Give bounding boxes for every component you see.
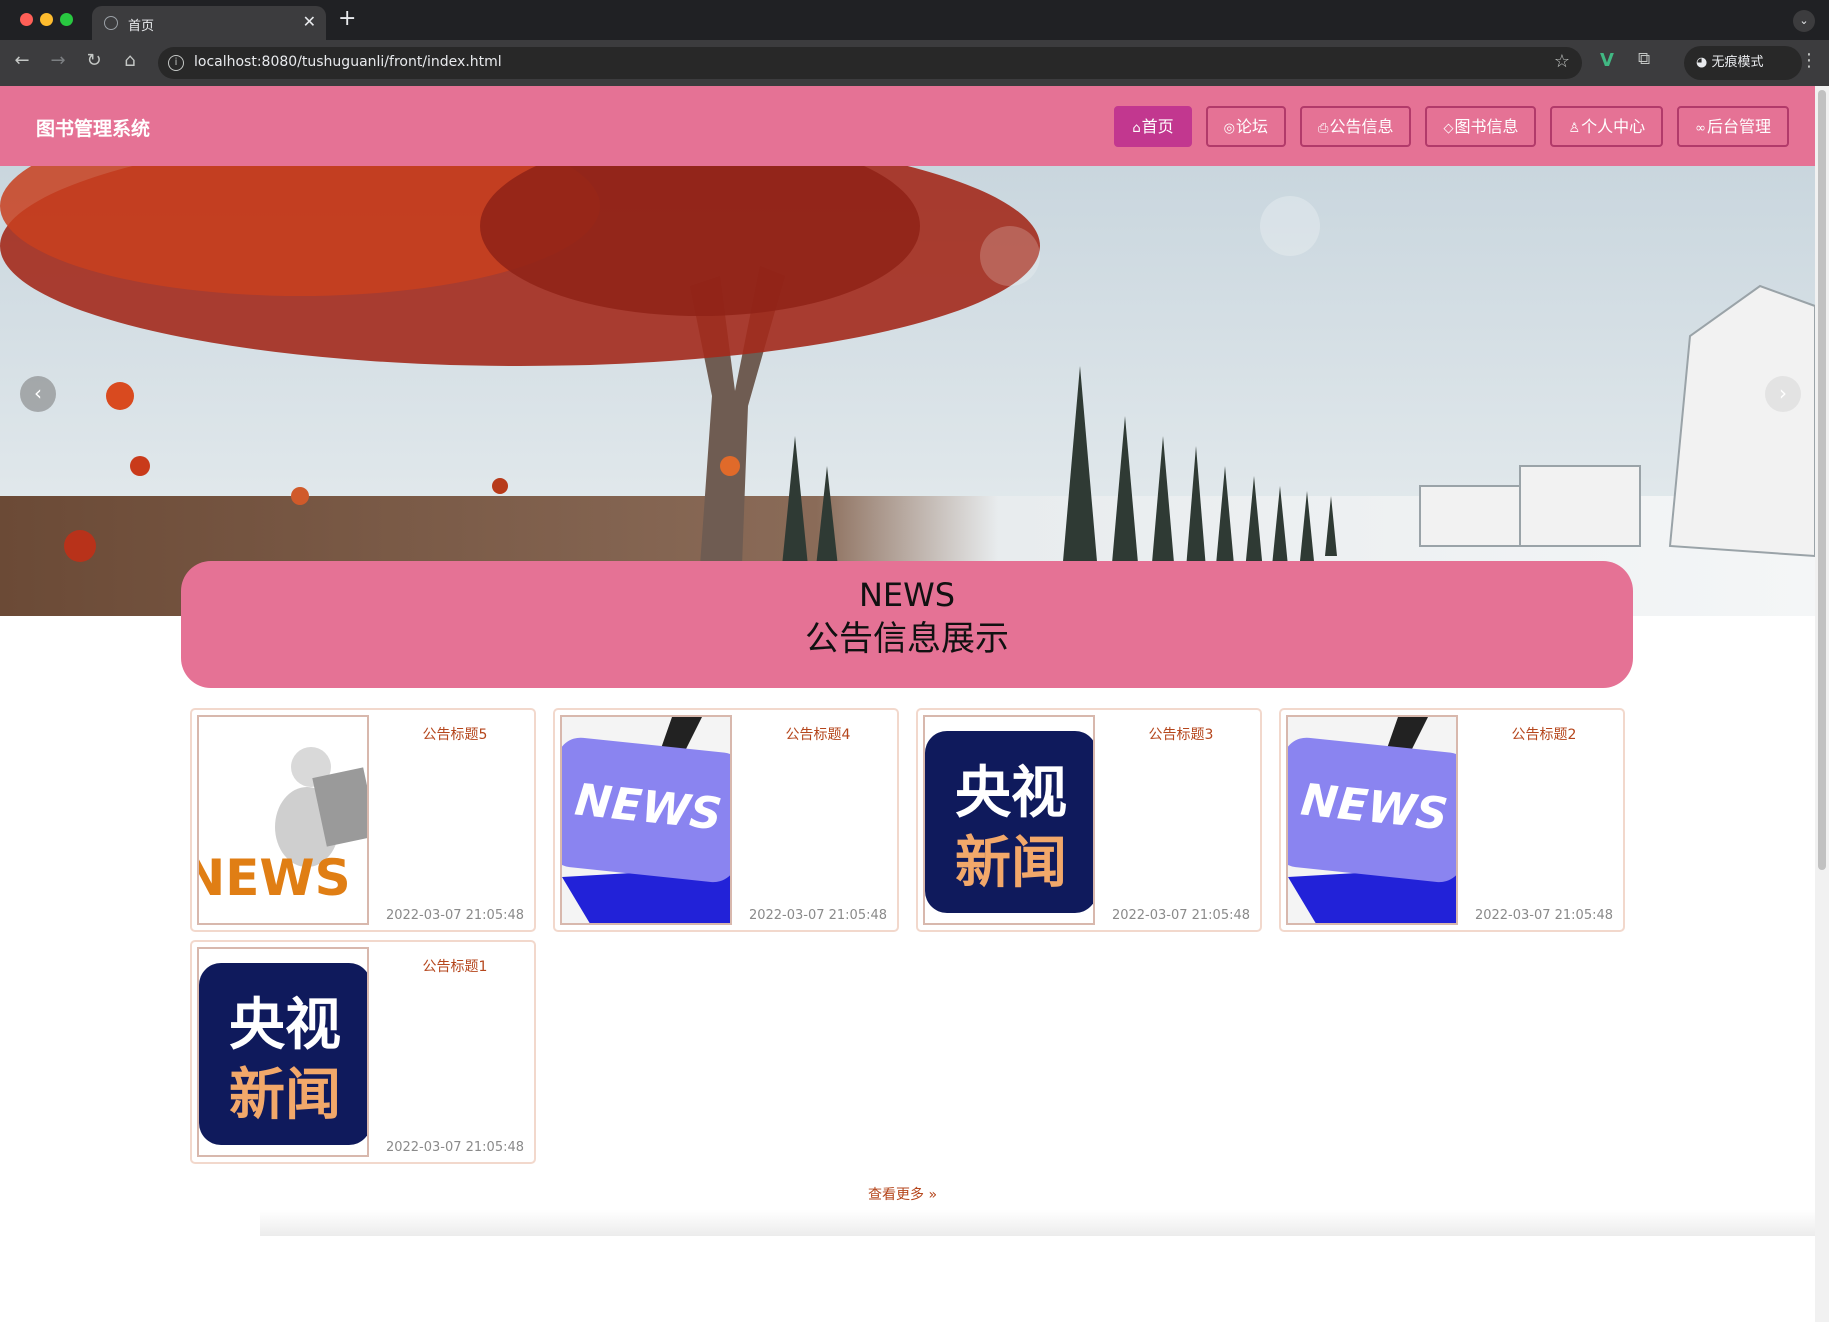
- news-thumbnail[interactable]: 央视 新闻: [923, 715, 1095, 925]
- user-icon: ♙: [1568, 121, 1581, 136]
- window-close-button[interactable]: [20, 13, 33, 26]
- tab-title: 首页: [128, 19, 155, 34]
- new-tab-button[interactable]: +: [338, 6, 356, 31]
- nav-label: 个人中心: [1581, 117, 1646, 136]
- news-heading-cn: 公告信息展示: [805, 619, 1009, 659]
- printer-icon: ⎙: [1318, 121, 1329, 136]
- news-section-heading: NEWS 公告信息展示: [181, 561, 1633, 688]
- close-icon[interactable]: ✕: [303, 12, 316, 31]
- nav-label: 图书信息: [1454, 117, 1519, 136]
- nav-label: 首页: [1141, 117, 1174, 136]
- news-title[interactable]: 公告标题3: [1106, 724, 1256, 744]
- news-card[interactable]: 央视 新闻 公告标题3 2022-03-07 21:05:48: [916, 708, 1262, 932]
- news-card[interactable]: NEWS 公告标题4 2022-03-07 21:05:48: [553, 708, 899, 932]
- carousel-prev-button[interactable]: ‹: [20, 376, 56, 412]
- url-text[interactable]: localhost:8080/tushuguanli/front/index.h…: [194, 54, 502, 70]
- home-icon: ⌂: [1132, 121, 1141, 136]
- logo-text-top: 央视: [955, 761, 1067, 826]
- browser-tab[interactable]: 首页 ✕: [92, 6, 326, 40]
- extensions-icon[interactable]: ⧉: [1638, 49, 1650, 69]
- page-bottom-shadow: [260, 1210, 1815, 1236]
- site-title: 图书管理系统: [36, 118, 151, 140]
- news-time: 2022-03-07 21:05:48: [385, 1140, 525, 1155]
- figure-text: NEWS: [199, 849, 351, 907]
- info-icon[interactable]: i: [168, 55, 184, 71]
- logo-text-top: 央视: [229, 993, 341, 1058]
- nav-button-2[interactable]: ⎙公告信息: [1300, 106, 1412, 147]
- address-bar[interactable]: i localhost:8080/tushuguanli/front/index…: [158, 47, 1582, 79]
- nav-label: 公告信息: [1329, 117, 1394, 136]
- news-thumbnail[interactable]: NEWS: [560, 715, 732, 925]
- page-scrollbar[interactable]: [1815, 86, 1829, 1322]
- forward-icon[interactable]: →: [46, 50, 70, 71]
- menu-icon[interactable]: ⋮: [1800, 50, 1818, 71]
- back-icon[interactable]: ←: [10, 50, 34, 71]
- news-card[interactable]: 央视 新闻 公告标题1 2022-03-07 21:05:48: [190, 940, 536, 1164]
- news-thumbnail[interactable]: NEWS: [1286, 715, 1458, 925]
- page-viewport: 图书管理系统 ⌂首页 ◎论坛 ⎙公告信息 ◇图书信息 ♙个人中心 ∞后台管理 ‹…: [0, 86, 1829, 1322]
- double-chevron-right-icon: »: [928, 1187, 938, 1203]
- star-icon[interactable]: ☆: [1554, 51, 1570, 72]
- news-title[interactable]: 公告标题5: [380, 724, 530, 744]
- home-icon[interactable]: ⌂: [118, 50, 142, 71]
- news-card[interactable]: NEWS 公告标题5 2022-03-07 21:05:48: [190, 708, 536, 932]
- nav-button-1[interactable]: ◎论坛: [1205, 106, 1287, 147]
- link-icon: ∞: [1695, 121, 1706, 136]
- view-more-link[interactable]: 查看更多 »: [868, 1184, 937, 1204]
- news-thumbnail[interactable]: 央视 新闻: [197, 947, 369, 1157]
- window-minimize-button[interactable]: [40, 13, 53, 26]
- window-maximize-button[interactable]: [60, 13, 73, 26]
- news-title[interactable]: 公告标题4: [743, 724, 893, 744]
- nav-button-0[interactable]: ⌂首页: [1114, 106, 1192, 147]
- browser-tab-bar: 首页 ✕ + ⌄: [0, 0, 1829, 40]
- incognito-icon: ◕: [1696, 55, 1712, 70]
- site-header: 图书管理系统 ⌂首页 ◎论坛 ⎙公告信息 ◇图书信息 ♙个人中心 ∞后台管理: [0, 86, 1815, 166]
- news-time: 2022-03-07 21:05:48: [1111, 908, 1251, 923]
- news-title[interactable]: 公告标题2: [1469, 724, 1619, 744]
- logo-text-bottom: 新闻: [229, 1063, 341, 1128]
- news-title[interactable]: 公告标题1: [380, 956, 530, 976]
- news-thumbnail[interactable]: NEWS: [197, 715, 369, 925]
- tab-search-button[interactable]: ⌄: [1793, 10, 1815, 32]
- nav-button-4[interactable]: ♙个人中心: [1550, 106, 1664, 147]
- browser-toolbar: ← → ↻ ⌂ i localhost:8080/tushuguanli/fro…: [0, 40, 1829, 86]
- news-time: 2022-03-07 21:05:48: [385, 908, 525, 923]
- carousel-next-button[interactable]: ›: [1765, 376, 1801, 412]
- scrollbar-thumb[interactable]: [1818, 90, 1826, 870]
- logo-text-bottom: 新闻: [955, 831, 1067, 896]
- globe-icon: ◎: [1223, 121, 1236, 136]
- main-nav: ⌂首页 ◎论坛 ⎙公告信息 ◇图书信息 ♙个人中心 ∞后台管理: [1114, 106, 1789, 147]
- nav-button-5[interactable]: ∞后台管理: [1677, 106, 1789, 147]
- tag-icon: ◇: [1443, 121, 1454, 136]
- view-more-label: 查看更多: [868, 1187, 924, 1203]
- incognito-indicator[interactable]: ◕ 无痕模式: [1684, 46, 1802, 80]
- nav-label: 后台管理: [1706, 117, 1771, 136]
- nav-label: 论坛: [1236, 117, 1269, 136]
- incognito-label: 无痕模式: [1711, 55, 1764, 70]
- banner-carousel[interactable]: ‹ ›: [0, 166, 1815, 616]
- nav-button-3[interactable]: ◇图书信息: [1425, 106, 1537, 147]
- banner-image: [0, 166, 1815, 616]
- news-time: 2022-03-07 21:05:48: [1474, 908, 1614, 923]
- news-heading-en: NEWS: [858, 576, 956, 614]
- reload-icon[interactable]: ↻: [82, 50, 106, 71]
- vue-devtools-icon[interactable]: V: [1600, 50, 1614, 71]
- news-time: 2022-03-07 21:05:48: [748, 908, 888, 923]
- globe-icon: [104, 16, 118, 30]
- news-card[interactable]: NEWS 公告标题2 2022-03-07 21:05:48: [1279, 708, 1625, 932]
